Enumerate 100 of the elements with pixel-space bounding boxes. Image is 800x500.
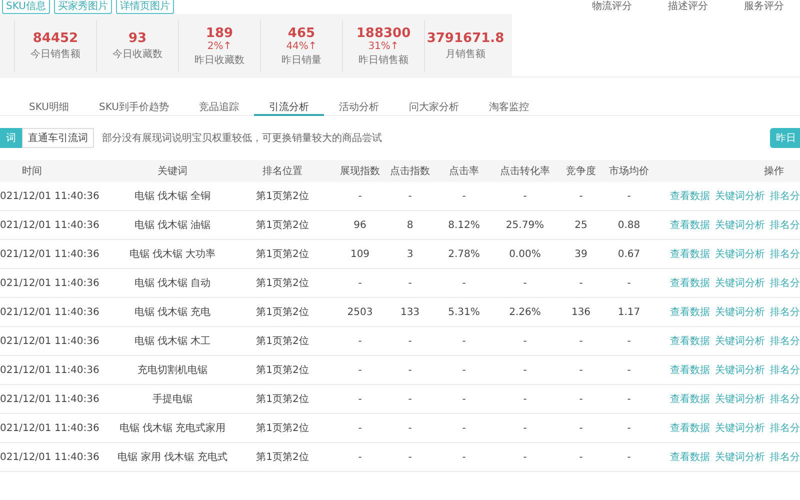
stat-value: 189	[206, 26, 234, 40]
table-cell-text: -	[461, 422, 467, 434]
table-cell-text: -	[407, 336, 413, 346]
table-cell-text: -	[626, 452, 632, 462]
table-cell-text: -	[522, 452, 528, 462]
tab[interactable]: 竞品追踪	[184, 100, 254, 116]
table-cell-text: 电锯 伐木锯 油锯	[133, 218, 212, 232]
score-header: 物流评分	[592, 1, 632, 13]
action-link[interactable]: 关键词分析	[715, 218, 765, 232]
action-link[interactable]: 查看数据	[670, 421, 710, 435]
stat-label: 昨日收藏数	[194, 54, 244, 66]
table-cell-text: 充电切割机电锯	[136, 364, 208, 377]
stat-value: 3791671.8	[426, 31, 504, 46]
table-cell-text: 2503	[346, 306, 374, 318]
action-link[interactable]: 关键词分析	[715, 334, 765, 348]
table-cell-text: -	[461, 278, 467, 288]
table-cell-text: 第1页第2位	[255, 364, 310, 377]
table-cell-text: 8	[406, 220, 414, 230]
table-cell-text: 2.26%	[508, 306, 542, 318]
table-cell-text: -	[407, 190, 413, 202]
stat-value: 84452	[32, 31, 78, 46]
stat-value: 93	[128, 31, 147, 46]
hint-text: 部分没有展现词说明宝贝权重较低，可更换销量较大的商品尝试	[102, 132, 382, 145]
column-header: 市场均价	[608, 164, 650, 178]
tab[interactable]: 活动分析	[324, 100, 394, 116]
table-cell-text: 电锯 伐木锯 全铜	[133, 190, 212, 203]
tab[interactable]: 淘客监控	[474, 100, 544, 116]
table-cell-text: 电锯 伐木锯 充电	[133, 306, 212, 319]
tag-button[interactable]: 详情页图片	[116, 0, 174, 14]
table-cell-text: -	[357, 190, 363, 202]
table-cell-text: 电锯 伐木锯 木工	[133, 334, 212, 348]
table-cell-text: 8.12%	[447, 220, 481, 230]
action-link[interactable]: 查看数据	[670, 189, 710, 203]
action-link[interactable]: 关键词分析	[715, 189, 765, 203]
action-link[interactable]: 排名分	[770, 363, 800, 377]
table-cell-text: 021/12/01 11:40:36	[0, 364, 100, 376]
action-link[interactable]: 关键词分析	[715, 276, 765, 290]
action-link[interactable]: 查看数据	[670, 363, 710, 377]
table-cell-text: -	[626, 422, 632, 434]
table-cell-text: 第1页第2位	[255, 219, 310, 232]
table-cell-text: -	[578, 336, 584, 346]
table-cell-text: 021/12/01 11:40:36	[0, 422, 100, 434]
action-link[interactable]: 排名分	[770, 189, 800, 203]
action-link[interactable]: 关键词分析	[715, 450, 765, 464]
action-link[interactable]: 查看数据	[670, 305, 710, 319]
action-link[interactable]: 排名分	[770, 450, 800, 464]
action-link[interactable]: 关键词分析	[715, 247, 765, 261]
table-cell-text: -	[522, 190, 528, 202]
segment-button[interactable]: 词	[0, 128, 22, 148]
tab[interactable]: 引流分析	[254, 100, 324, 116]
table-cell-text: 3	[406, 248, 414, 260]
table-cell-text: -	[626, 336, 632, 346]
action-link[interactable]: 查看数据	[670, 450, 710, 464]
tag-button[interactable]: 买家秀图片	[54, 0, 112, 14]
action-link[interactable]: 排名分	[770, 421, 800, 435]
stat-label: 昨日销售额	[358, 54, 408, 66]
column-header: 竞争度	[565, 164, 597, 178]
table-cell-text: -	[357, 336, 363, 346]
action-link[interactable]: 查看数据	[670, 247, 710, 261]
stat-value: 465	[288, 26, 316, 40]
action-link[interactable]: 查看数据	[670, 334, 710, 348]
tag-button[interactable]: SKU信息	[2, 0, 50, 14]
table-cell-text: -	[522, 422, 528, 434]
column-header: 点击转化率	[499, 164, 551, 178]
action-link[interactable]: 关键词分析	[715, 421, 765, 435]
action-link[interactable]: 关键词分析	[715, 392, 765, 406]
action-link[interactable]: 排名分	[770, 218, 800, 232]
table-cell-text: 133	[399, 306, 421, 318]
table-cell-text: 021/12/01 11:40:36	[0, 248, 100, 260]
table-cell-text: 96	[352, 220, 368, 230]
action-link[interactable]: 查看数据	[670, 392, 710, 406]
tab[interactable]: SKU到手价趋势	[84, 100, 184, 116]
action-link[interactable]: 排名分	[770, 334, 800, 348]
table-cell-text: -	[407, 278, 413, 288]
table-cell-text: -	[357, 394, 363, 404]
action-link[interactable]: 排名分	[770, 392, 800, 406]
table-cell-text: -	[578, 394, 584, 404]
action-link[interactable]: 关键词分析	[715, 305, 765, 319]
table-cell-text: 第1页第2位	[255, 277, 310, 290]
action-link[interactable]: 关键词分析	[715, 363, 765, 377]
column-header: 点击率	[448, 164, 480, 178]
action-link[interactable]: 排名分	[770, 305, 800, 319]
action-link[interactable]: 查看数据	[670, 276, 710, 290]
table-cell-text: 109	[349, 248, 371, 260]
table-cell-text: -	[626, 278, 632, 288]
date-button[interactable]: 昨日	[770, 128, 800, 148]
table-cell-text: -	[626, 190, 632, 202]
tab[interactable]: 问大家分析	[394, 100, 474, 116]
table-cell-text: -	[407, 422, 413, 434]
tab[interactable]: SKU明细	[14, 100, 84, 116]
table-cell-text: 0.88	[616, 220, 642, 230]
segment-button[interactable]: 直通车引流词	[22, 128, 94, 148]
action-link[interactable]: 排名分	[770, 276, 800, 290]
table-cell-text: -	[357, 422, 363, 434]
table-cell-text: 第1页第2位	[255, 335, 310, 348]
table-cell-text: 25	[574, 220, 588, 230]
action-link[interactable]: 查看数据	[670, 218, 710, 232]
table-cell-text: -	[522, 278, 528, 288]
table-cell-text: 电锯 伐木锯 自动	[133, 276, 212, 290]
action-link[interactable]: 排名分	[770, 247, 800, 261]
